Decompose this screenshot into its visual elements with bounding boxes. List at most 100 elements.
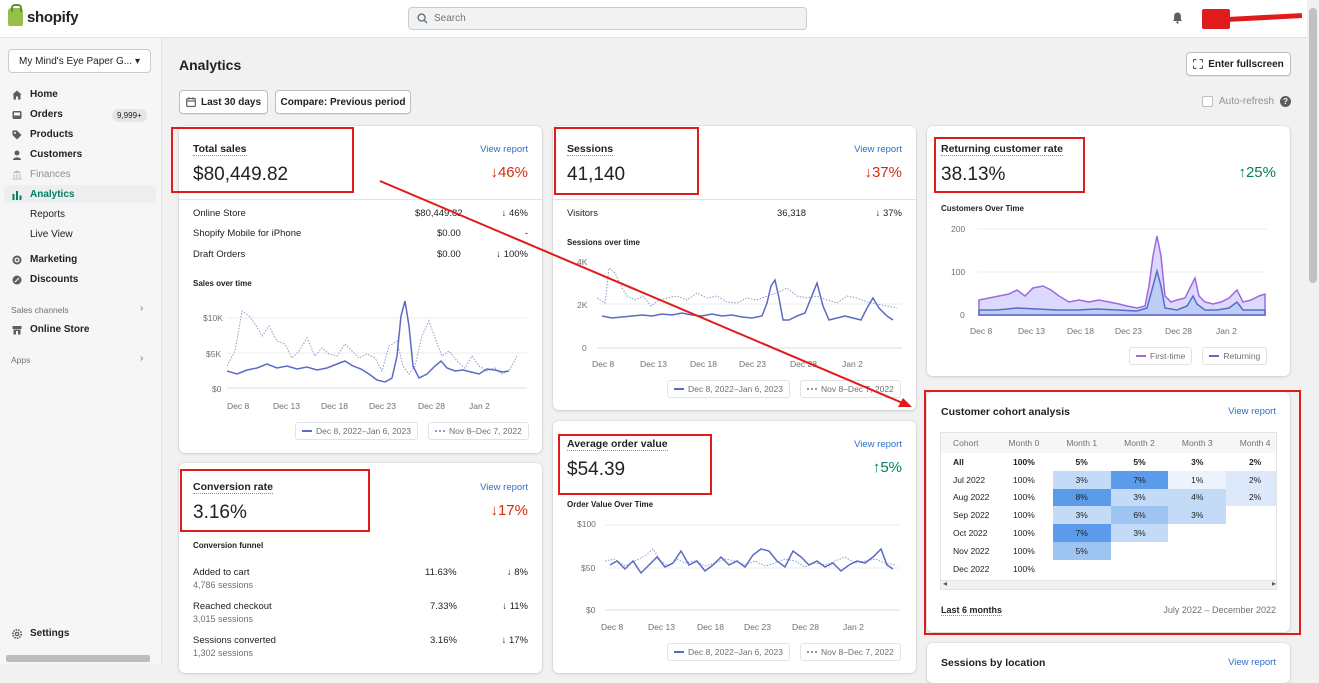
aov-view-report-link[interactable]: View report <box>854 439 902 450</box>
funnel-step-sessions: 3,015 sessions <box>193 614 254 624</box>
y-tick: $100 <box>577 519 596 529</box>
row-value: $0.00 <box>437 228 461 239</box>
x-tick: Dec 18 <box>697 622 724 632</box>
sidebar: My Mind's Eye Paper G... ▾ Home Orders 9… <box>0 38 162 664</box>
legend-current-period[interactable]: Dec 8, 2022–Jan 6, 2023 <box>667 380 790 398</box>
legend-swatch <box>807 388 817 390</box>
sidebar-item-analytics[interactable]: Analytics <box>12 189 74 200</box>
page-scrollbar-thumb[interactable] <box>1309 8 1317 283</box>
row-change: ↓ 100% <box>496 249 528 260</box>
legend-first-time[interactable]: First-time <box>1129 347 1193 365</box>
current-period-line <box>601 278 894 321</box>
chevron-right-icon[interactable]: › <box>140 353 143 364</box>
tag-icon <box>12 130 22 139</box>
funnel-step-change: ↓ 8% <box>506 567 528 578</box>
bell-icon[interactable] <box>1172 12 1183 24</box>
chart-label: Order Value Over Time <box>567 500 654 509</box>
avatar[interactable] <box>1202 9 1230 29</box>
sidebar-item-finances[interactable]: Finances <box>12 169 71 180</box>
legend-swatch <box>435 430 445 432</box>
auto-refresh-toggle[interactable]: Auto-refresh ? <box>1202 96 1292 107</box>
previous-period-line <box>597 267 898 309</box>
sidebar-item-live-view[interactable]: Live View <box>30 229 73 240</box>
legend-swatch <box>302 430 312 432</box>
legend-current-period[interactable]: Dec 8, 2022–Jan 6, 2023 <box>667 643 790 661</box>
row-value: $80,449.82 <box>415 208 463 219</box>
annotation-box <box>180 469 370 532</box>
y-tick: 4K <box>577 257 588 267</box>
y-tick: $5K <box>206 349 222 359</box>
visitors-label: Visitors <box>567 208 598 219</box>
funnel-step-change: ↓ 11% <box>502 601 528 612</box>
chart-legend: Dec 8, 2022–Jan 6, 2023 Nov 8–Dec 7, 202… <box>667 380 901 398</box>
y-tick: $50 <box>581 563 596 573</box>
sidebar-item-customers[interactable]: Customers <box>12 149 82 160</box>
legend-swatch <box>674 651 684 653</box>
sidebar-item-products[interactable]: Products <box>12 129 73 140</box>
funnel-step-label: Sessions converted <box>193 635 276 646</box>
annotation-box <box>554 127 699 195</box>
legend-previous-period[interactable]: Nov 8–Dec 7, 2022 <box>428 422 529 440</box>
location-view-report-link[interactable]: View report <box>1228 657 1276 668</box>
chevron-right-icon[interactable]: › <box>140 303 143 314</box>
person-icon <box>13 150 21 160</box>
annotation-box <box>171 127 354 193</box>
conversion-view-report-link[interactable]: View report <box>480 482 528 493</box>
legend-previous-period[interactable]: Nov 8–Dec 7, 2022 <box>800 643 901 661</box>
redacted-store-name <box>1227 13 1303 22</box>
annotation-box <box>924 390 1301 635</box>
y-tick: 0 <box>960 310 965 320</box>
search-input[interactable] <box>434 13 794 24</box>
sidebar-item-marketing[interactable]: Marketing <box>12 254 77 265</box>
y-tick: $0 <box>586 605 596 615</box>
funnel-step-rate: 3.16% <box>430 635 457 646</box>
funnel-label: Conversion funnel <box>193 541 264 550</box>
y-tick: 100 <box>951 267 966 277</box>
x-tick: Dec 18 <box>321 401 348 411</box>
total-sales-change: ↓46% <box>490 164 528 181</box>
auto-refresh-checkbox[interactable] <box>1202 96 1213 107</box>
funnel-step-sessions: 4,786 sessions <box>193 580 254 590</box>
gear-icon <box>12 628 22 639</box>
sidebar-horizontal-scrollbar[interactable] <box>6 655 150 662</box>
sidebar-item-reports[interactable]: Reports <box>30 209 65 220</box>
compare-period-button[interactable]: Compare: Previous period <box>275 90 411 114</box>
sessions-view-report-link[interactable]: View report <box>854 144 902 155</box>
page-scrollbar-track[interactable] <box>1307 0 1319 664</box>
legend-returning[interactable]: Returning <box>1202 347 1268 365</box>
store-selector[interactable]: My Mind's Eye Paper G... ▾ <box>8 49 151 73</box>
date-range-button[interactable]: Last 30 days <box>179 90 268 114</box>
x-tick: Dec 23 <box>739 359 766 369</box>
enter-fullscreen-button[interactable]: Enter fullscreen <box>1186 52 1291 76</box>
aov-change: ↑5% <box>872 459 902 476</box>
sidebar-item-online-store[interactable]: Online Store <box>12 324 89 335</box>
x-tick: Dec 8 <box>601 622 624 632</box>
x-tick: Dec 28 <box>1165 326 1192 336</box>
sidebar-item-home[interactable]: Home <box>12 89 58 100</box>
sessions-by-location-title: Sessions by location <box>941 657 1046 669</box>
legend-current-period[interactable]: Dec 8, 2022–Jan 6, 2023 <box>295 422 418 440</box>
funnel-step-change: ↓ 17% <box>501 635 528 646</box>
x-tick: Dec 8 <box>227 401 250 411</box>
search-bar[interactable] <box>408 7 807 30</box>
help-icon[interactable]: ? <box>1280 96 1292 107</box>
legend-previous-period[interactable]: Nov 8–Dec 7, 2022 <box>800 380 901 398</box>
sidebar-item-orders[interactable]: Orders <box>12 109 63 120</box>
chart-legend: Dec 8, 2022–Jan 6, 2023 Nov 8–Dec 7, 202… <box>667 643 901 661</box>
total-sales-view-report-link[interactable]: View report <box>480 144 528 155</box>
bar-chart-icon <box>12 190 22 200</box>
x-tick: Dec 23 <box>1115 326 1142 336</box>
x-tick: Dec 23 <box>744 622 771 632</box>
sidebar-item-discounts[interactable]: Discounts <box>12 274 78 285</box>
fullscreen-icon <box>1193 59 1204 69</box>
shopify-logo[interactable]: shopify <box>8 4 79 26</box>
top-bar: shopify <box>0 0 1319 38</box>
annotation-box <box>558 434 712 495</box>
y-tick: 2K <box>577 300 588 310</box>
customers-over-time-chart <box>977 228 1267 316</box>
sales-channels-heading: Sales channels <box>11 305 69 315</box>
x-tick: Dec 13 <box>640 359 667 369</box>
x-tick: Jan 2 <box>843 622 864 632</box>
sidebar-item-settings[interactable]: Settings <box>12 628 69 639</box>
chart-legend: First-time Returning <box>1129 347 1268 365</box>
